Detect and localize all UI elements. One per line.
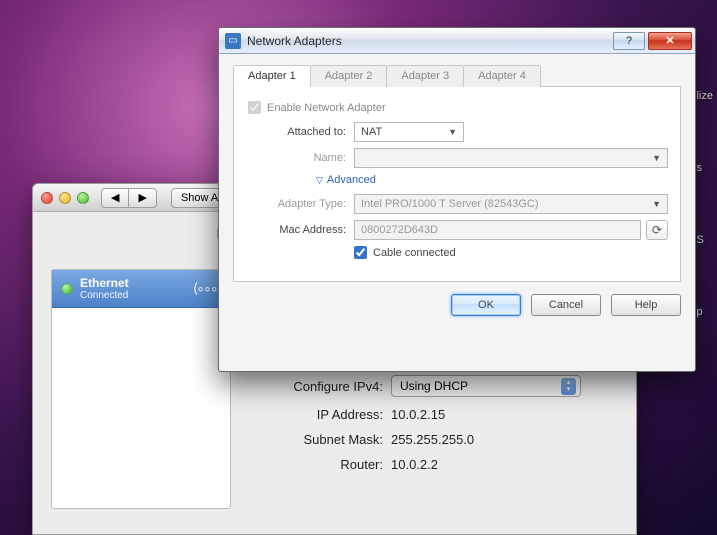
frag-d: p <box>696 306 717 318</box>
tab-adapter-4[interactable]: Adapter 4 <box>463 65 541 87</box>
background-text-fragments: lize s S p <box>696 90 717 318</box>
disclosure-triangle-icon: ▽ <box>316 175 323 186</box>
configure-ipv4-select[interactable]: Using DHCP ▴▾ <box>391 375 581 397</box>
mac-address-label: Mac Address: <box>246 224 346 236</box>
sidebar-item-ethernet[interactable]: Ethernet Connected ⟨∘∘∘⟩ <box>52 270 230 308</box>
attached-to-label: Attached to: <box>246 126 346 138</box>
adapter-type-label: Adapter Type: <box>246 198 346 210</box>
tabs: Adapter 1 Adapter 2 Adapter 3 Adapter 4 <box>233 64 681 87</box>
tab-label: Adapter 4 <box>478 70 526 82</box>
tab-adapter-2[interactable]: Adapter 2 <box>310 65 388 87</box>
tab-adapter-3[interactable]: Adapter 3 <box>386 65 464 87</box>
dropdown-caret-icon: ▼ <box>448 127 457 137</box>
traffic-lights <box>41 192 89 204</box>
ok-button[interactable]: OK <box>451 294 521 316</box>
help-button[interactable]: Help <box>611 294 681 316</box>
subnet-mask-label: Subnet Mask: <box>248 432 383 447</box>
tab-label: Adapter 2 <box>325 70 373 82</box>
router-label: Router: <box>248 457 383 472</box>
mac-network-details: Configure IPv4: Using DHCP ▴▾ IP Address… <box>248 375 591 482</box>
ethernet-name: Ethernet <box>80 276 185 290</box>
virtualbox-icon: ▭ <box>225 33 241 49</box>
close-button[interactable] <box>41 192 53 204</box>
minimize-button[interactable] <box>59 192 71 204</box>
refresh-icon: ⟳ <box>652 223 662 237</box>
adapter-type-select: Intel PRO/1000 T Server (82543GC) ▼ <box>354 194 668 214</box>
tab-pane: Enable Network Adapter Attached to: NAT … <box>233 87 681 282</box>
mac-address-value: 0800272D643D <box>361 224 438 236</box>
win-titlebar[interactable]: ▭ Network Adapters ? ✕ <box>219 28 695 54</box>
frag-a: lize <box>696 90 717 102</box>
enable-adapter-label: Enable Network Adapter <box>267 102 386 114</box>
ethernet-status: Connected <box>80 290 185 301</box>
adapter-type-value: Intel PRO/1000 T Server (82543GC) <box>361 198 539 210</box>
chevron-right-icon: ▶ <box>138 191 146 204</box>
back-button[interactable]: ◀ <box>101 188 129 208</box>
tab-adapter-1[interactable]: Adapter 1 <box>233 65 311 87</box>
dialog-title: Network Adapters <box>247 34 342 48</box>
win-body: Adapter 1 Adapter 2 Adapter 3 Adapter 4 … <box>219 54 695 328</box>
dropdown-caret-icon: ▼ <box>652 199 661 209</box>
help-label: Help <box>635 299 658 311</box>
frag-b: s <box>696 162 717 174</box>
cancel-label: Cancel <box>549 299 583 311</box>
name-select: ▼ <box>354 148 668 168</box>
advanced-label: Advanced <box>327 174 376 186</box>
frag-c: S <box>696 234 717 246</box>
enable-adapter-checkbox[interactable] <box>248 101 261 114</box>
network-adapters-dialog: ▭ Network Adapters ? ✕ Adapter 1 Adapter… <box>218 27 696 372</box>
cable-connected-label: Cable connected <box>373 247 456 259</box>
show-all-label: Show All <box>181 192 223 204</box>
mac-address-field[interactable]: 0800272D643D <box>354 220 641 240</box>
close-button[interactable]: ✕ <box>648 32 692 50</box>
nav-buttons: ◀ ▶ <box>101 188 157 208</box>
location-label: Lo <box>51 226 231 241</box>
cancel-button[interactable]: Cancel <box>531 294 601 316</box>
ethernet-port-icon: ⟨∘∘∘⟩ <box>193 280 220 297</box>
chevron-left-icon: ◀ <box>111 191 119 204</box>
dialog-buttons: OK Cancel Help <box>233 294 681 316</box>
cable-connected-checkbox[interactable] <box>354 246 367 259</box>
regenerate-mac-button[interactable]: ⟳ <box>646 220 668 240</box>
ip-address-value: 10.0.2.15 <box>391 407 591 422</box>
ip-address-label: IP Address: <box>248 407 383 422</box>
status-dot-icon <box>62 284 72 294</box>
dropdown-caret-icon: ▼ <box>652 153 661 163</box>
zoom-button[interactable] <box>77 192 89 204</box>
router-value: 10.0.2.2 <box>391 457 591 472</box>
configure-ipv4-label: Configure IPv4: <box>248 379 383 394</box>
ok-label: OK <box>478 299 494 311</box>
interface-list: Ethernet Connected ⟨∘∘∘⟩ <box>51 269 231 509</box>
tab-label: Adapter 1 <box>248 70 296 82</box>
ethernet-texts: Ethernet Connected <box>80 276 185 301</box>
attached-to-select[interactable]: NAT ▼ <box>354 122 464 142</box>
name-label: Name: <box>246 152 346 164</box>
select-arrows-icon: ▴▾ <box>561 378 576 395</box>
help-button[interactable]: ? <box>613 32 645 50</box>
help-icon: ? <box>626 35 632 47</box>
close-icon: ✕ <box>665 34 674 47</box>
subnet-mask-value: 255.255.255.0 <box>391 432 591 447</box>
win-controls: ? ✕ <box>613 32 695 50</box>
tab-label: Adapter 3 <box>401 70 449 82</box>
forward-button[interactable]: ▶ <box>129 188 156 208</box>
configure-ipv4-value: Using DHCP <box>400 379 468 393</box>
advanced-disclosure[interactable]: ▽ Advanced <box>316 174 668 186</box>
attached-to-value: NAT <box>361 126 382 138</box>
